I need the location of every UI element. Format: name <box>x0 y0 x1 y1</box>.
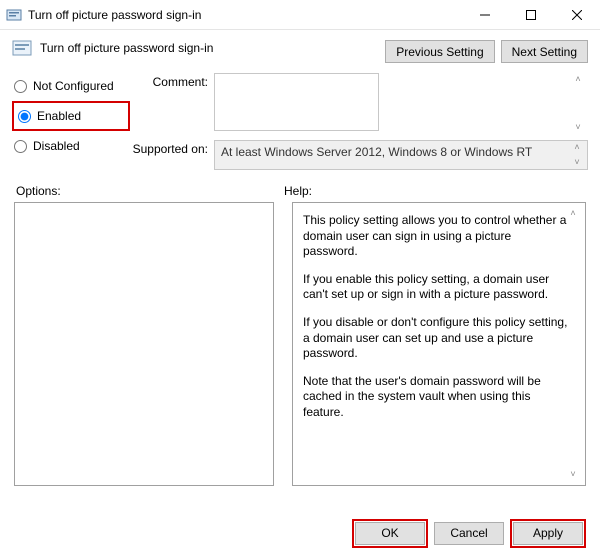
options-panel <box>14 202 274 486</box>
comment-label: Comment: <box>130 73 214 89</box>
header: Turn off picture password sign-in Previo… <box>0 30 600 73</box>
panels: This policy setting allows you to contro… <box>0 202 600 486</box>
radio-not-configured-input[interactable] <box>14 80 27 93</box>
window-title: Turn off picture password sign-in <box>28 8 462 22</box>
state-radio-group: Not Configured Enabled Disabled <box>12 73 130 176</box>
section-labels: Options: Help: <box>0 184 600 202</box>
minimize-button[interactable] <box>462 0 508 30</box>
radio-enabled-input[interactable] <box>18 110 31 123</box>
comment-input[interactable] <box>214 73 379 131</box>
help-paragraph: If you enable this policy setting, a dom… <box>303 272 569 303</box>
footer: OK Cancel Apply <box>0 512 600 554</box>
radio-enabled[interactable]: Enabled <box>16 105 126 127</box>
help-panel: This policy setting allows you to contro… <box>292 202 586 486</box>
supported-scrollbar[interactable]: ˄ ˅ <box>569 141 585 169</box>
radio-disabled[interactable]: Disabled <box>12 135 130 157</box>
scroll-down-icon: ˅ <box>569 158 585 167</box>
window-controls <box>462 0 600 29</box>
supported-label: Supported on: <box>130 140 214 156</box>
comment-scrollbar[interactable]: ˄ ˅ <box>570 73 586 134</box>
radio-not-configured[interactable]: Not Configured <box>12 75 130 97</box>
options-section-label: Options: <box>16 184 284 198</box>
title-bar: Turn off picture password sign-in <box>0 0 600 30</box>
scroll-up-icon: ˄ <box>569 143 585 152</box>
cancel-button[interactable]: Cancel <box>434 522 504 545</box>
help-section-label: Help: <box>284 184 312 198</box>
radio-not-configured-label: Not Configured <box>33 79 114 93</box>
apply-button[interactable]: Apply <box>513 522 583 545</box>
help-scrollbar[interactable]: ˄ ˅ <box>565 207 581 481</box>
radio-disabled-label: Disabled <box>33 139 80 153</box>
policy-icon <box>6 7 22 23</box>
help-paragraph: Note that the user's domain password wil… <box>303 374 569 421</box>
header-title: Turn off picture password sign-in <box>40 41 213 55</box>
scroll-down-icon: ˅ <box>570 123 586 132</box>
close-button[interactable] <box>554 0 600 30</box>
apply-highlight: Apply <box>510 519 586 548</box>
help-paragraph: If you disable or don't configure this p… <box>303 315 569 362</box>
ok-button[interactable]: OK <box>355 522 425 545</box>
enabled-highlight: Enabled <box>12 101 130 131</box>
config-row: Not Configured Enabled Disabled Comment:… <box>0 73 600 184</box>
supported-on-box: At least Windows Server 2012, Windows 8 … <box>214 140 588 170</box>
policy-large-icon <box>12 38 32 58</box>
radio-disabled-input[interactable] <box>14 140 27 153</box>
previous-setting-button[interactable]: Previous Setting <box>385 40 494 63</box>
scroll-up-icon: ˄ <box>570 75 586 84</box>
scroll-up-icon: ˄ <box>565 209 581 218</box>
scroll-down-icon: ˅ <box>565 470 581 479</box>
maximize-button[interactable] <box>508 0 554 30</box>
supported-on-value: At least Windows Server 2012, Windows 8 … <box>221 145 532 159</box>
help-paragraph: This policy setting allows you to contro… <box>303 213 569 260</box>
ok-highlight: OK <box>352 519 428 548</box>
next-setting-button[interactable]: Next Setting <box>501 40 588 63</box>
radio-enabled-label: Enabled <box>37 109 81 123</box>
